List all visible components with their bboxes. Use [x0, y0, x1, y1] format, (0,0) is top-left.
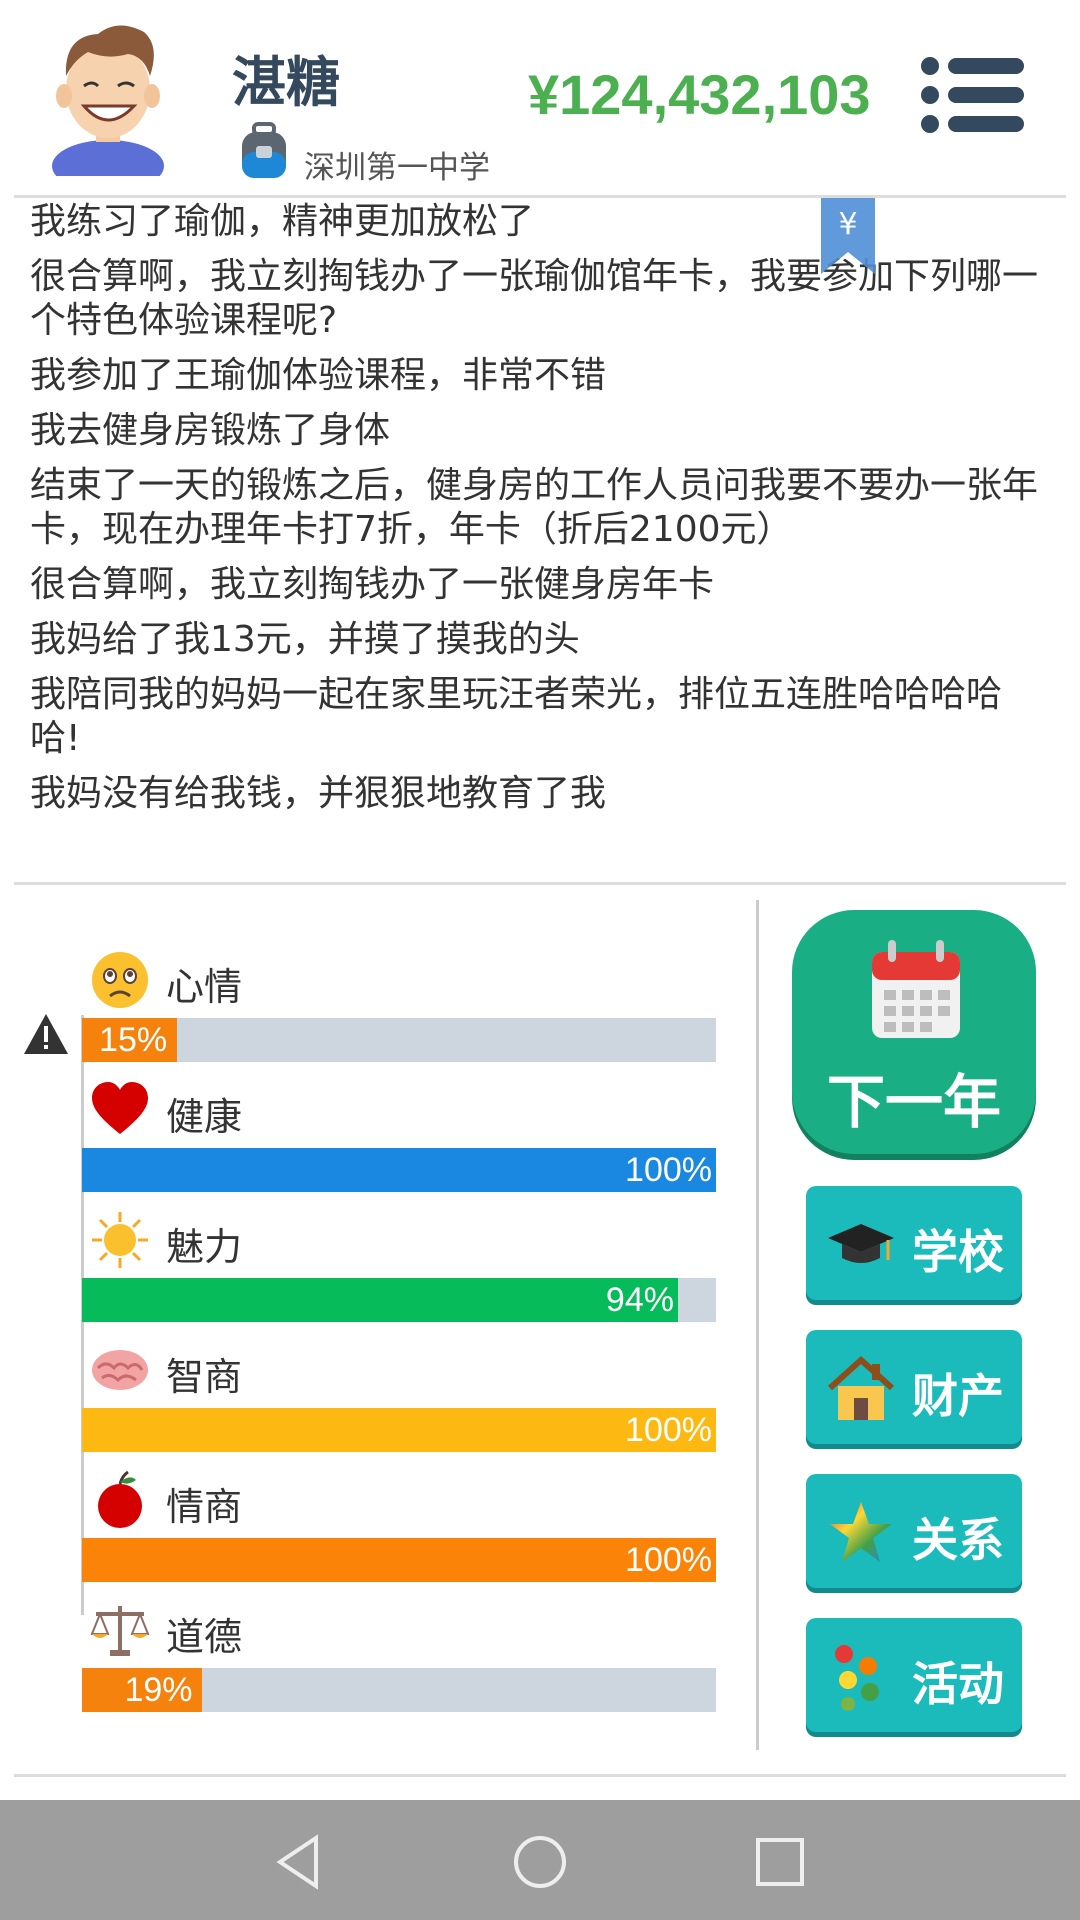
system-nav-bar — [0, 1800, 1080, 1920]
log-entry: 很合算啊，我立刻掏钱办了一张健身房年卡 — [30, 564, 715, 605]
stat-label: 健康 — [166, 1095, 243, 1139]
property-button[interactable]: 财产 — [806, 1330, 1022, 1444]
stat-label: 心情 — [166, 965, 243, 1009]
stat-fill — [82, 1148, 716, 1192]
stat-health: 健康 100% — [82, 1080, 716, 1210]
warning-icon — [24, 1014, 68, 1054]
school-button[interactable]: 学校 — [806, 1186, 1022, 1300]
stat-mood: 心情 15% — [82, 950, 716, 1080]
stat-label: 智商 — [166, 1355, 243, 1399]
next-year-label: 下一年 — [826, 1068, 1001, 1136]
house-icon — [827, 1355, 895, 1420]
stat-eq: 情商 100% — [82, 1470, 716, 1600]
stat-label: 情商 — [166, 1485, 243, 1529]
avatar[interactable] — [48, 16, 168, 176]
school-label: 学校 — [912, 1225, 1004, 1279]
stat-track: 94% — [82, 1278, 716, 1322]
profile-header: 湛糖 深圳第一中学 ¥124,432,103 — [0, 0, 1080, 195]
calendar-icon — [872, 940, 960, 1038]
stat-fill — [82, 1278, 678, 1322]
stat-percent: 100% — [625, 1541, 712, 1579]
stat-percent: 94% — [605, 1281, 674, 1319]
stat-track: 100% — [82, 1408, 716, 1452]
sad-face-icon — [92, 952, 148, 1008]
log-entry: 我练习了瑜伽，精神更加放松了 — [30, 201, 535, 242]
log-divider — [14, 882, 1066, 885]
stat-track: 100% — [82, 1148, 716, 1192]
player-name: 湛糖 — [232, 51, 340, 114]
stat-label: 道德 — [166, 1615, 243, 1659]
stat-label: 魅力 — [166, 1225, 243, 1269]
money-bookmark-icon[interactable]: ¥ — [821, 198, 875, 274]
home-icon[interactable] — [510, 1832, 570, 1892]
stats-panel: 心情 15% 健康 100% 魅力 94% 智商 100% 情商 100% 道德… — [0, 890, 760, 1750]
stat-percent: 100% — [625, 1151, 712, 1189]
stat-fill — [82, 1538, 716, 1582]
relations-button[interactable]: 关系 — [806, 1474, 1022, 1588]
panel-separator — [756, 900, 759, 1750]
log-entry: 我参加了王瑜伽体验课程，非常不错 — [30, 355, 607, 396]
next-year-button[interactable]: 下一年 — [792, 910, 1036, 1154]
log-entry: 我妈没有给我钱，并狠狠地教育了我 — [30, 773, 607, 814]
property-label: 财产 — [912, 1369, 1004, 1423]
log-entry: 很合算啊，我立刻掏钱办了一张瑜伽馆年卡，我要参加下列哪一个特色体验课程呢? — [30, 256, 1039, 341]
log-entry: 我妈给了我13元，并摸了摸我的头 — [30, 619, 580, 660]
graduation-cap-icon — [828, 1224, 894, 1263]
heart-icon — [92, 1082, 148, 1134]
money-balance: ¥124,432,103 — [528, 63, 871, 126]
stat-track: 19% — [82, 1668, 716, 1712]
event-log: 我练习了瑜伽，精神更加放松了 很合算啊，我立刻掏钱办了一张瑜伽馆年卡，我要参加下… — [30, 200, 1040, 827]
stat-percent: 15% — [99, 1021, 168, 1059]
log-entry: 我去健身房锻炼了身体 — [30, 410, 391, 451]
stat-percent: 19% — [124, 1671, 193, 1709]
bookmark-symbol: ¥ — [838, 207, 857, 242]
log-entry: 我陪同我的妈妈一起在家里玩汪者荣光，排位五连胜哈哈哈哈哈! — [30, 674, 1003, 759]
bottom-divider — [14, 1774, 1066, 1777]
stat-charm: 魅力 94% — [82, 1210, 716, 1340]
recents-icon[interactable] — [750, 1832, 810, 1892]
stat-iq: 智商 100% — [82, 1340, 716, 1470]
school-name: 深圳第一中学 — [304, 150, 490, 186]
stat-fill — [82, 1408, 716, 1452]
activities-label: 活动 — [912, 1657, 1004, 1711]
relations-label: 关系 — [912, 1513, 1004, 1567]
stat-percent: 100% — [625, 1411, 712, 1449]
star-icon — [830, 1502, 892, 1562]
sun-icon — [92, 1212, 148, 1268]
header-divider — [14, 195, 1066, 198]
activities-button[interactable]: 活动 — [806, 1618, 1022, 1732]
scales-icon — [90, 1606, 150, 1656]
activities-icon — [835, 1645, 879, 1711]
menu-icon[interactable] — [920, 56, 1024, 134]
log-entry: 结束了一天的锻炼之后，健身房的工作人员问我要不要办一张年卡，现在办理年卡打7折，… — [30, 465, 1039, 550]
stat-track: 100% — [82, 1538, 716, 1582]
apple-icon — [98, 1470, 142, 1528]
school-bag-icon — [242, 122, 286, 178]
brain-icon — [92, 1350, 148, 1390]
stat-track: 15% — [82, 1018, 716, 1062]
back-icon[interactable] — [270, 1832, 330, 1892]
stat-morality: 道德 19% — [82, 1600, 716, 1730]
